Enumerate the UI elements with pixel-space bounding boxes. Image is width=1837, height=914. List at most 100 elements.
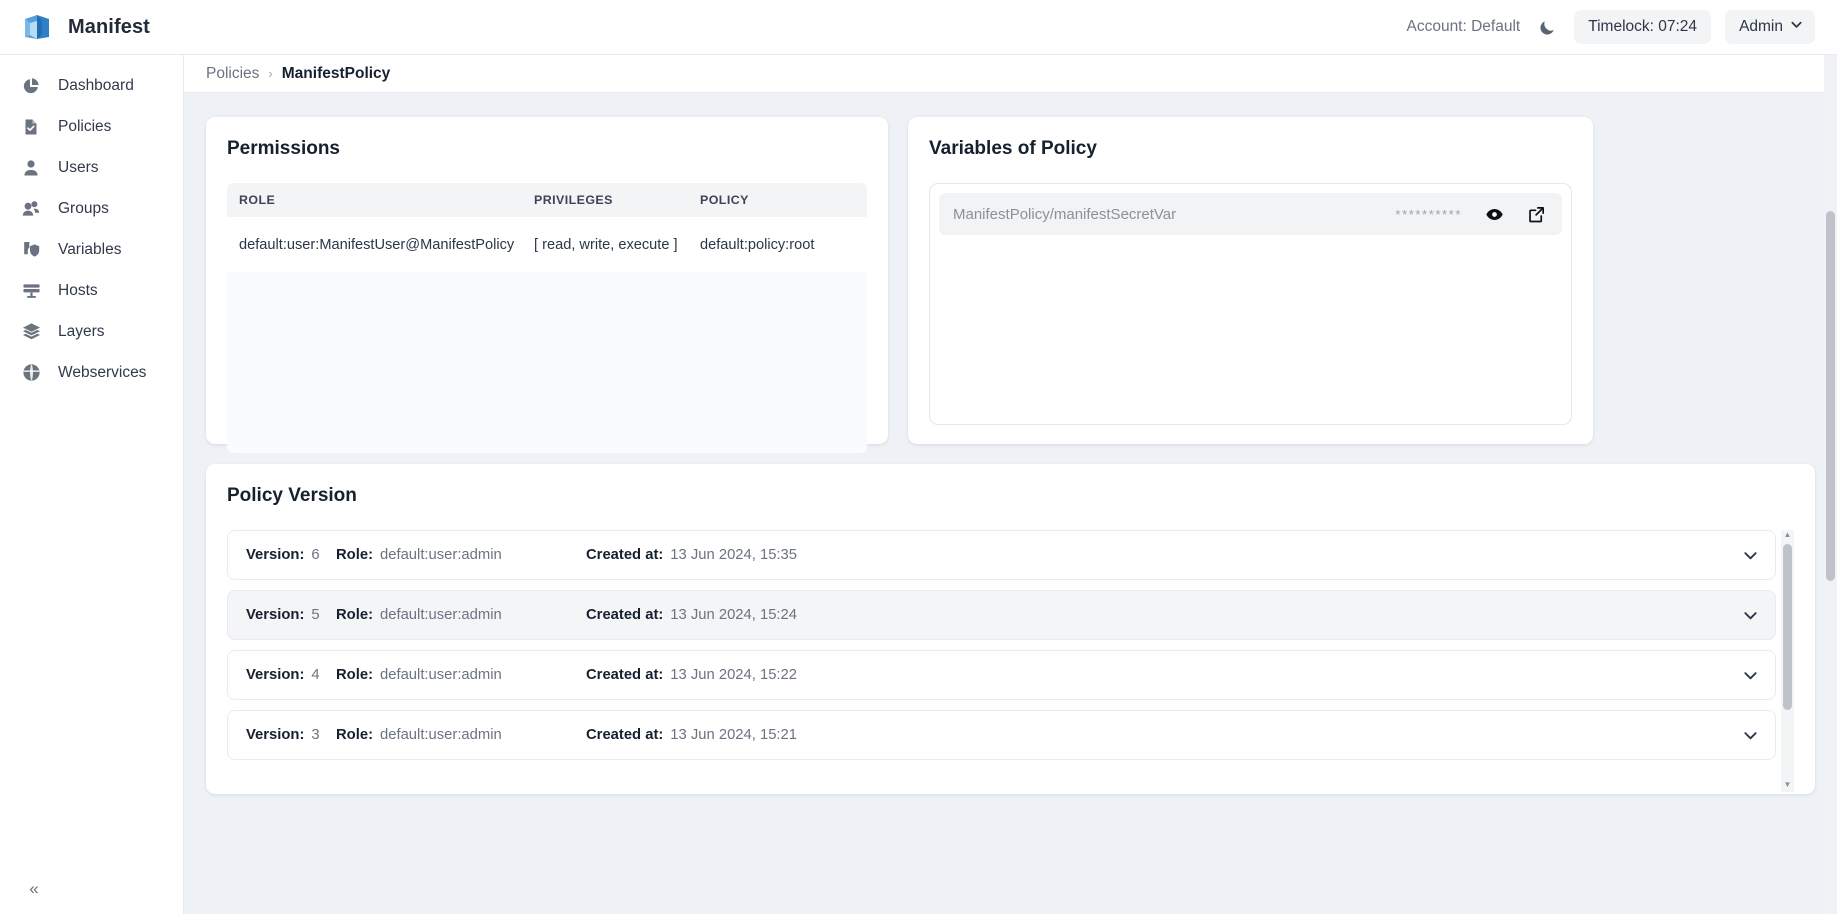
chevron-down-icon[interactable]	[1742, 547, 1759, 564]
permissions-title: Permissions	[227, 138, 340, 159]
created-at-value: 13 Jun 2024, 15:35	[670, 547, 798, 563]
policy-version-scrollbar[interactable]: ▲ ▼	[1781, 530, 1794, 792]
created-at-value: 13 Jun 2024, 15:21	[670, 727, 798, 743]
version-field: Version: 4	[246, 667, 336, 683]
monitor-icon	[20, 280, 42, 302]
chevron-down-icon	[1790, 18, 1803, 36]
version-label: Version:	[246, 667, 305, 683]
role-value: default:user:admin	[380, 607, 502, 623]
column-header-role: ROLE	[239, 193, 276, 207]
list-item[interactable]: ManifestPolicy/manifestSecretVar *******…	[939, 193, 1562, 235]
policy-version-card: Policy Version Version: 6 Role: default:…	[206, 464, 1815, 794]
created-at-field: Created at: 13 Jun 2024, 15:35	[586, 547, 797, 563]
moon-icon[interactable]	[1534, 14, 1560, 40]
chevron-down-icon[interactable]	[1742, 727, 1759, 744]
sidebar-nav: Dashboard Policies Users Groups Variable…	[0, 55, 183, 393]
table-row[interactable]: default:user:ManifestUser@ManifestPolicy…	[227, 217, 867, 273]
sidebar-item-variables[interactable]: Variables	[0, 229, 183, 270]
created-at-label: Created at:	[586, 667, 664, 683]
pie-chart-icon	[20, 75, 42, 97]
sidebar-item-label: Policies	[58, 117, 112, 135]
chevron-down-icon[interactable]	[1742, 667, 1759, 684]
list-item[interactable]: Version: 3 Role: default:user:admin Crea…	[227, 710, 1776, 760]
breadcrumb: Policies › ManifestPolicy	[184, 55, 1837, 93]
created-at-label: Created at:	[586, 547, 664, 563]
version-value: 4	[311, 667, 320, 683]
breadcrumb-separator: ›	[268, 66, 273, 81]
sidebar-item-label: Dashboard	[58, 76, 134, 94]
version-label: Version:	[246, 727, 305, 743]
users-group-icon	[20, 198, 42, 220]
permissions-card: Permissions ROLE PRIVILEGES POLICY defau…	[206, 117, 888, 453]
triangle-up-icon[interactable]: ▲	[1784, 530, 1792, 542]
role-field: Role: default:user:admin	[336, 727, 586, 743]
role-field: Role: default:user:admin	[336, 667, 586, 683]
role-field: Role: default:user:admin	[336, 547, 586, 563]
cell-role: default:user:ManifestUser@ManifestPolicy	[239, 237, 515, 253]
double-chevron-left-icon[interactable]: «	[20, 876, 46, 902]
layers-icon	[20, 321, 42, 343]
timelock-button[interactable]: Timelock: 07:24	[1574, 10, 1712, 44]
role-field: Role: default:user:admin	[336, 607, 586, 623]
top-bar: Manifest Account: Default Timelock: 07:2…	[0, 0, 1837, 55]
variable-name: ManifestPolicy/manifestSecretVar	[953, 205, 1177, 223]
created-at-field: Created at: 13 Jun 2024, 15:22	[586, 667, 797, 683]
list-item[interactable]: Version: 5 Role: default:user:admin Crea…	[227, 590, 1776, 640]
sidebar-item-groups[interactable]: Groups	[0, 188, 183, 229]
list-item[interactable]: Version: 4 Role: default:user:admin Crea…	[227, 650, 1776, 700]
sidebar-item-layers[interactable]: Layers	[0, 311, 183, 352]
role-label: Role:	[336, 667, 373, 683]
variable-masked-value: **********	[1395, 206, 1462, 222]
sidebar-item-webservices[interactable]: Webservices	[0, 352, 183, 393]
account-label: Account: Default	[1406, 18, 1521, 35]
top-bar-right: Account: Default Timelock: 07:24 Admin	[1406, 10, 1837, 44]
permissions-table-empty-area	[227, 272, 867, 453]
globe-icon	[20, 362, 42, 384]
policy-version-list: Version: 6 Role: default:user:admin Crea…	[227, 530, 1794, 792]
version-field: Version: 3	[246, 727, 336, 743]
document-check-icon	[20, 116, 42, 138]
created-at-value: 13 Jun 2024, 15:22	[670, 667, 798, 683]
sidebar: Dashboard Policies Users Groups Variable…	[0, 55, 184, 914]
external-link-icon[interactable]	[1526, 204, 1546, 224]
main-content: Policies › ManifestPolicy Permissions RO…	[184, 55, 1837, 914]
role-value: default:user:admin	[380, 667, 502, 683]
manifest-cube-logo-icon	[20, 10, 54, 44]
variable-actions: **********	[1395, 204, 1546, 224]
version-label: Version:	[246, 607, 305, 623]
sidebar-item-users[interactable]: Users	[0, 147, 183, 188]
sidebar-item-policies[interactable]: Policies	[0, 106, 183, 147]
sidebar-item-label: Variables	[58, 240, 122, 258]
triangle-down-icon[interactable]: ▼	[1784, 780, 1792, 792]
eye-icon[interactable]	[1484, 204, 1504, 224]
sidebar-item-dashboard[interactable]: Dashboard	[0, 65, 183, 106]
chevron-down-icon[interactable]	[1742, 607, 1759, 624]
permissions-table: ROLE PRIVILEGES POLICY default:user:Mani…	[227, 183, 867, 453]
sidebar-item-hosts[interactable]: Hosts	[0, 270, 183, 311]
cell-policy: default:policy:root	[700, 237, 815, 253]
role-label: Role:	[336, 727, 373, 743]
sidebar-item-label: Users	[58, 158, 99, 176]
created-at-field: Created at: 13 Jun 2024, 15:21	[586, 727, 797, 743]
sidebar-item-label: Hosts	[58, 281, 98, 299]
role-value: default:user:admin	[380, 727, 502, 743]
variables-list: ManifestPolicy/manifestSecretVar *******…	[929, 183, 1572, 425]
cell-privileges: [ read, write, execute ]	[534, 237, 678, 253]
breadcrumb-policies-link[interactable]: Policies	[206, 65, 259, 83]
shield-lock-icon	[20, 239, 42, 261]
brand[interactable]: Manifest	[0, 10, 150, 44]
created-at-label: Created at:	[586, 607, 664, 623]
version-value: 6	[311, 547, 320, 563]
column-header-privileges: PRIVILEGES	[534, 193, 613, 207]
user-icon	[20, 157, 42, 179]
list-item[interactable]: Version: 6 Role: default:user:admin Crea…	[227, 530, 1776, 580]
page-scrollbar-thumb[interactable]	[1826, 211, 1835, 581]
permissions-table-header: ROLE PRIVILEGES POLICY	[227, 183, 867, 217]
version-label: Version:	[246, 547, 305, 563]
version-value: 3	[311, 727, 320, 743]
sidebar-item-label: Layers	[58, 322, 105, 340]
admin-menu-button[interactable]: Admin	[1725, 10, 1815, 44]
page-scrollbar[interactable]	[1824, 55, 1837, 914]
sidebar-item-label: Webservices	[58, 363, 147, 381]
scrollbar-thumb[interactable]	[1783, 544, 1792, 710]
